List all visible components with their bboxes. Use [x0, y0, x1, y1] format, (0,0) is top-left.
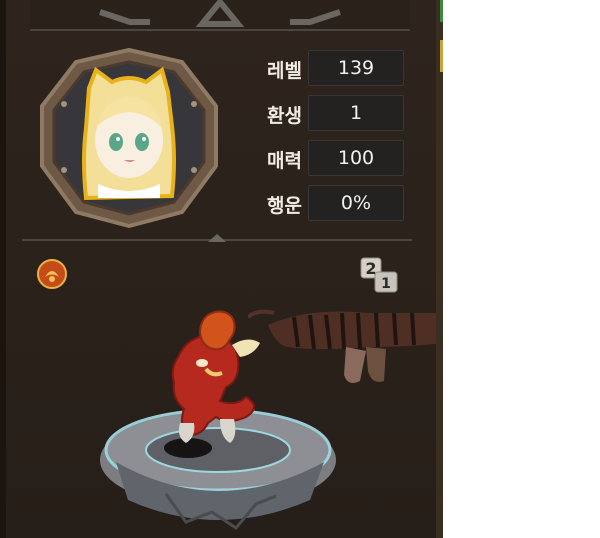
character-portrait[interactable]: [34, 47, 224, 229]
dragon-rider-character: [171, 310, 260, 443]
stat-value-rebirth: 1: [308, 95, 404, 131]
stat-label-luck: 행운: [267, 195, 302, 217]
edge-indicator-gold: [440, 40, 443, 72]
edge-indicator-top: [440, 0, 443, 22]
stat-label-charm: 매력: [267, 150, 302, 172]
panel-right-edge: [436, 0, 443, 538]
character-portrait-icon: [40, 47, 218, 229]
section-divider: [22, 234, 412, 242]
panel-left-edge: [0, 0, 6, 538]
stat-value-charm: 100: [308, 140, 404, 176]
stat-label-level: 레벨: [267, 60, 302, 82]
top-ornament: [30, 0, 410, 31]
guild-emblem-icon[interactable]: [36, 258, 68, 290]
stat-label-rebirth: 환생: [267, 105, 302, 127]
character-info-panel: 레벨 139 환생 1 매력 100 행운 0% 2 1: [0, 0, 443, 538]
stat-row-level: 레벨 139: [244, 50, 424, 86]
stat-row-charm: 매력 100: [244, 140, 424, 176]
stat-row-rebirth: 환생 1: [244, 95, 424, 131]
stat-value-level: 139: [308, 50, 404, 86]
stat-value-luck: 0%: [308, 185, 404, 221]
stat-row-luck: 행운 0%: [244, 185, 424, 221]
